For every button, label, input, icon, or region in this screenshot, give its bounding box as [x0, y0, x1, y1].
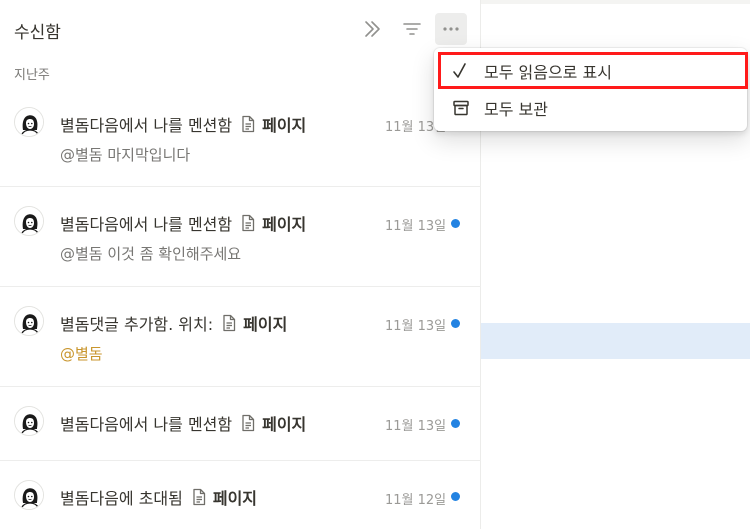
archive-icon: [453, 100, 469, 116]
action-text: 다음에서 나를 멘션함: [89, 215, 233, 234]
page-link[interactable]: 페이지: [213, 485, 257, 509]
menu-item-label: 모두 읽음으로 표시: [484, 63, 612, 82]
actor-name: 별돔: [60, 415, 90, 434]
notification-item[interactable]: 별돔 다음에서 나를 멘션함 페이지 @별돔 마지막입니다 11월 13일: [0, 88, 481, 187]
notification-preview: @별돔 이것 좀 확인해주세요: [60, 245, 242, 263]
checkmark-icon: [453, 63, 466, 78]
page-document-icon: [191, 488, 207, 506]
inbox-title: 수신함: [14, 23, 61, 43]
inbox-panel: 수신함 지난주 별돔 다음에서 나를 멘션함 페이지 @별돔 마지막입니다 11월 1…: [0, 0, 481, 529]
menu-item-archive-all[interactable]: 모두 보관: [434, 91, 747, 125]
avatar: [14, 406, 44, 436]
unread-dot: [451, 319, 460, 328]
actor-name: 별돔: [60, 215, 90, 234]
unread-dot: [451, 419, 460, 428]
actor-name: 별돔: [60, 315, 90, 334]
notification-item[interactable]: 별돔 다음에서 나를 멘션함 페이지 @별돔 이것 좀 확인해주세요 11월 13일: [0, 187, 481, 287]
filter-button[interactable]: [396, 13, 428, 45]
avatar: [14, 206, 44, 236]
page-link[interactable]: 페이지: [262, 411, 306, 435]
selected-block-highlight: [481, 323, 750, 359]
menu-item-mark-all-read[interactable]: 모두 읽음으로 표시: [434, 54, 747, 88]
avatar: [14, 480, 44, 510]
page-document-icon: [240, 414, 256, 432]
double-chevron-right-icon: [365, 21, 380, 37]
page-link[interactable]: 페이지: [262, 211, 306, 235]
notification-summary: 별돔 다음에서 나를 멘션함 페이지: [60, 211, 306, 235]
notification-date: 11월 12일: [385, 493, 447, 508]
action-text: 다음에서 나를 멘션함: [89, 116, 233, 135]
actor-name: 별돔: [60, 116, 90, 135]
more-horizontal-icon: [443, 27, 459, 31]
actor-name: 별돔: [60, 489, 90, 508]
notification-date: 11월 13일: [385, 419, 447, 434]
notification-item[interactable]: 별돔 다음에서 나를 멘션함 페이지 11월 13일: [0, 387, 481, 461]
top-border: [481, 0, 750, 4]
inbox-header: 수신함: [0, 0, 481, 60]
page-document-icon: [240, 115, 256, 133]
notification-summary: 별돔 다음에서 나를 멘션함 페이지: [60, 112, 306, 136]
collapse-button[interactable]: [356, 13, 388, 45]
action-text: 다음에서 나를 멘션함: [89, 415, 233, 434]
notification-item[interactable]: 별돔 다음에 초대됨 페이지 11월 12일: [0, 461, 481, 529]
notification-summary: 별돔 다음에 초대됨 페이지: [60, 485, 257, 509]
page-document-icon: [221, 314, 237, 332]
page-document-icon: [240, 214, 256, 232]
notification-date: 11월 13일: [385, 319, 447, 334]
notification-summary: 별돔 댓글 추가함. 위치: 페이지: [60, 311, 287, 335]
page-link[interactable]: 페이지: [262, 112, 306, 136]
notification-date: 11월 13일: [385, 219, 447, 234]
notification-summary: 별돔 다음에서 나를 멘션함 페이지: [60, 411, 306, 435]
filter-icon: [403, 23, 421, 35]
section-label-last-week: 지난주: [14, 68, 50, 83]
more-options-button[interactable]: [435, 13, 467, 45]
notification-preview: @별돔: [60, 345, 103, 363]
notification-preview: @별돔 마지막입니다: [60, 146, 191, 164]
avatar: [14, 107, 44, 137]
action-text: 댓글 추가함. 위치:: [89, 315, 214, 334]
unread-dot: [451, 492, 460, 501]
menu-item-label: 모두 보관: [484, 100, 548, 119]
notification-item[interactable]: 별돔 댓글 추가함. 위치: 페이지 @별돔 11월 13일: [0, 287, 481, 387]
page-link[interactable]: 페이지: [243, 311, 287, 335]
action-text: 다음에 초대됨: [89, 489, 183, 508]
more-options-menu: 모두 읽음으로 표시 모두 보관: [434, 48, 747, 131]
unread-dot: [451, 219, 460, 228]
avatar: [14, 306, 44, 336]
